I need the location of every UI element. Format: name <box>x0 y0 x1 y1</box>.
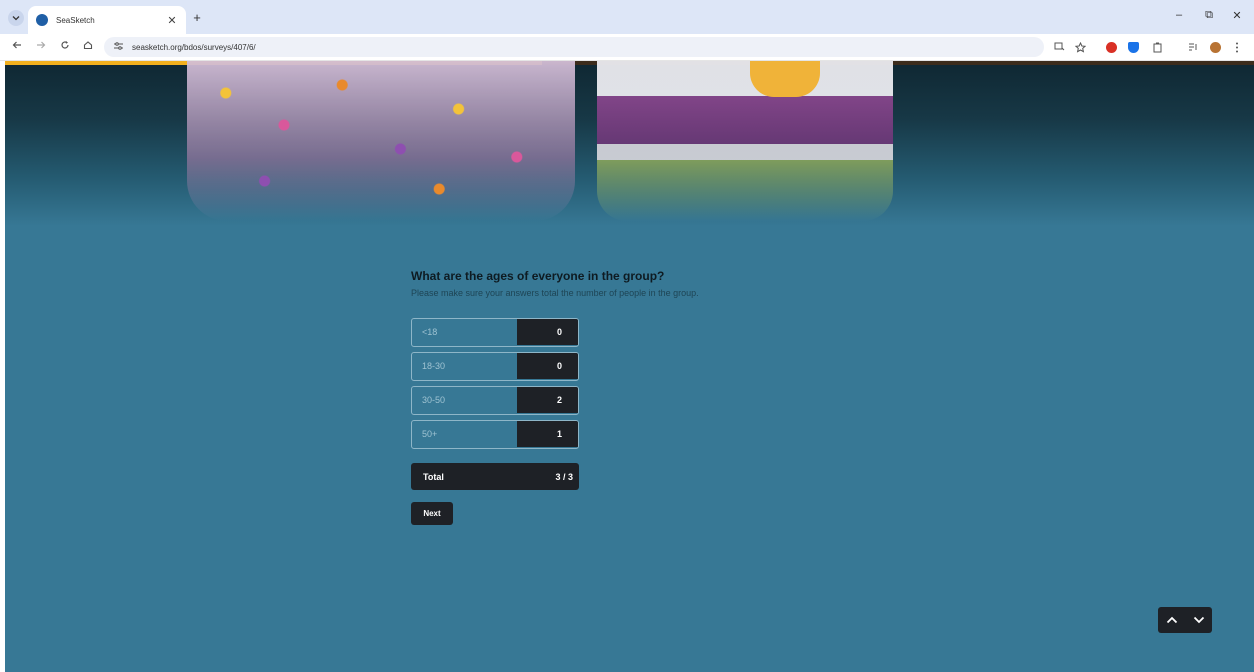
home-icon[interactable] <box>81 40 95 54</box>
age-row-label: 50+ <box>422 429 438 439</box>
menu-icon[interactable] <box>1230 40 1244 54</box>
tab-strip: SeaSketch ✕ + – ⧉ ✕ <box>0 0 1254 34</box>
age-row-input[interactable]: 1 <box>517 421 578 447</box>
age-row-18-30: 18-30 0 <box>411 352 579 381</box>
age-row-input[interactable]: 2 <box>517 387 578 413</box>
reading-list-icon[interactable] <box>1186 40 1200 54</box>
star-icon[interactable] <box>1073 40 1087 54</box>
forward-icon[interactable] <box>34 40 48 54</box>
restore-button[interactable]: ⧉ <box>1200 9 1218 22</box>
age-row-label: <18 <box>422 327 438 337</box>
previous-question-button[interactable] <box>1158 607 1185 633</box>
chevron-down-icon <box>12 16 20 21</box>
cake-slice-left-image <box>187 61 575 221</box>
back-icon[interactable] <box>10 40 24 54</box>
chevron-up-icon <box>1166 616 1177 624</box>
hero-image <box>5 61 1254 226</box>
site-info-icon[interactable] <box>114 42 126 52</box>
tab-search-button[interactable] <box>8 10 24 26</box>
total-value: 3 / 3 <box>555 471 573 482</box>
question-pager <box>1158 607 1212 633</box>
next-question-button[interactable] <box>1185 607 1212 633</box>
age-row-label: 30-50 <box>422 395 446 405</box>
browser-toolbar: seasketch.org/bdos/surveys/407/6/ <box>0 34 1254 61</box>
question-block: What are the ages of everyone in the gro… <box>411 268 831 525</box>
reload-icon[interactable] <box>58 40 72 54</box>
age-row-50-plus: 50+ 1 <box>411 420 579 449</box>
survey-page: What are the ages of everyone in the gro… <box>5 61 1254 672</box>
cake-star-decoration <box>750 61 820 97</box>
browser-tab[interactable]: SeaSketch ✕ <box>28 6 186 34</box>
chevron-down-icon <box>1193 616 1204 624</box>
adblock-extension-icon[interactable] <box>1104 40 1118 54</box>
vpn-extension-icon[interactable] <box>1126 40 1140 54</box>
age-row-30-50: 30-50 2 <box>411 386 579 415</box>
age-rows: <18 0 18-30 0 30-50 2 50+ 1 Total 3 / 3 … <box>411 268 831 538</box>
next-button[interactable]: Next <box>411 502 453 525</box>
age-row-under-18: <18 0 <box>411 318 579 347</box>
cake-slice-right-image <box>597 61 893 221</box>
new-tab-button[interactable]: + <box>190 10 204 25</box>
seasketch-favicon-icon <box>36 14 48 26</box>
tab-title: SeaSketch <box>56 15 95 25</box>
extensions-puzzle-icon[interactable] <box>1150 40 1164 54</box>
total-label: Total <box>423 471 444 482</box>
age-row-input[interactable]: 0 <box>517 319 578 345</box>
total-row: Total 3 / 3 <box>411 463 579 490</box>
close-window-button[interactable]: ✕ <box>1228 9 1246 22</box>
close-tab-icon[interactable]: ✕ <box>166 14 178 27</box>
age-row-label: 18-30 <box>422 361 446 371</box>
profile-avatar-icon[interactable] <box>1208 40 1222 54</box>
minimize-button[interactable]: – <box>1170 9 1188 21</box>
age-row-input[interactable]: 0 <box>517 353 578 379</box>
install-app-icon[interactable] <box>1052 40 1066 54</box>
url-text: seasketch.org/bdos/surveys/407/6/ <box>132 42 256 52</box>
address-bar[interactable]: seasketch.org/bdos/surveys/407/6/ <box>104 37 1044 57</box>
